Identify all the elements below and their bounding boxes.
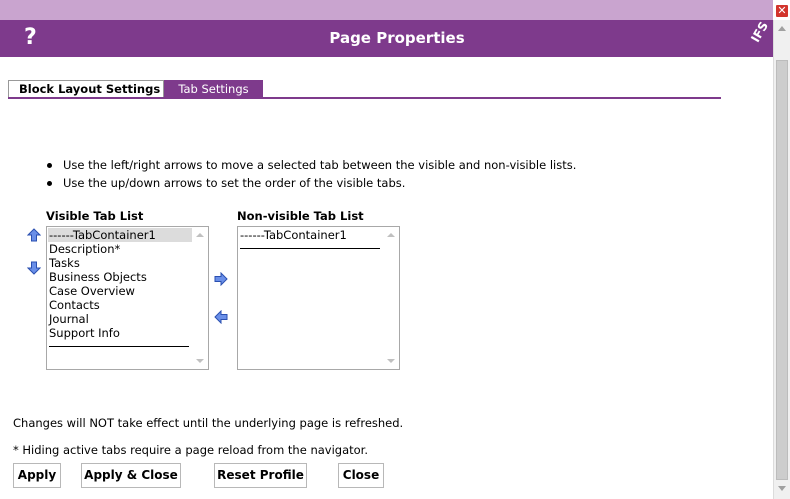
- nonvisible-tab-list-items: ------TabContainer1: [239, 228, 383, 249]
- scroll-up-icon[interactable]: [778, 26, 786, 31]
- arrow-down-icon[interactable]: [27, 261, 41, 275]
- scrollbar-thumb[interactable]: [776, 60, 788, 480]
- list-item[interactable]: Support Info: [48, 326, 192, 340]
- list-item[interactable]: ------TabContainer1: [239, 228, 383, 242]
- refresh-note: Changes will NOT take effect until the u…: [13, 416, 404, 430]
- list-item[interactable]: Business Objects: [48, 270, 192, 284]
- list-separator: [49, 346, 189, 347]
- list-item[interactable]: Journal: [48, 312, 192, 326]
- page-title: Page Properties: [329, 29, 465, 47]
- title-bar: ? Page Properties IFS: [0, 19, 773, 57]
- list-item[interactable]: Case Overview: [48, 284, 192, 298]
- scroll-down-icon[interactable]: [387, 359, 395, 363]
- close-button[interactable]: Close: [338, 463, 384, 488]
- apply-button[interactable]: Apply: [13, 463, 61, 488]
- list-item[interactable]: Tasks: [48, 256, 192, 270]
- scroll-up-icon[interactable]: [196, 233, 204, 237]
- reload-note: * Hiding active tabs require a page relo…: [13, 443, 369, 457]
- instruction-item: Use the left/right arrows to move a sele…: [46, 156, 576, 174]
- nonvisible-list-scrollbar[interactable]: [383, 227, 399, 369]
- scroll-up-icon[interactable]: [387, 233, 395, 237]
- instructions-list: Use the left/right arrows to move a sele…: [46, 156, 576, 192]
- arrow-left-icon[interactable]: [214, 310, 228, 324]
- tab-block-layout-settings[interactable]: Block Layout Settings: [8, 80, 164, 97]
- visible-list-scrollbar[interactable]: [192, 227, 208, 369]
- list-item[interactable]: Contacts: [48, 298, 192, 312]
- window-top-strip: [0, 0, 773, 20]
- visible-tab-list-items: ------TabContainer1 Description* Tasks Busi…: [48, 228, 192, 347]
- close-window-icon[interactable]: ✕: [776, 5, 788, 17]
- arrow-up-icon[interactable]: [27, 228, 41, 242]
- nonvisible-tab-list[interactable]: ------TabContainer1: [237, 226, 400, 370]
- list-item[interactable]: Description*: [48, 242, 192, 256]
- tab-underline: [8, 97, 721, 99]
- scroll-down-icon[interactable]: [196, 359, 204, 363]
- list-separator: [240, 248, 380, 249]
- tab-tab-settings[interactable]: Tab Settings: [164, 80, 263, 97]
- window-scrollbar[interactable]: [773, 20, 790, 499]
- list-item[interactable]: ------TabContainer1: [48, 228, 192, 242]
- visible-tab-list-label: Visible Tab List: [46, 209, 144, 223]
- scroll-down-icon[interactable]: [778, 486, 786, 491]
- nonvisible-tab-list-label: Non-visible Tab List: [237, 209, 364, 223]
- reset-profile-button[interactable]: Reset Profile: [214, 463, 307, 488]
- arrow-right-icon[interactable]: [214, 272, 228, 286]
- visible-tab-list[interactable]: ------TabContainer1 Description* Tasks Busi…: [46, 226, 209, 370]
- apply-close-button[interactable]: Apply & Close: [81, 463, 181, 488]
- instruction-item: Use the up/down arrows to set the order …: [46, 174, 576, 192]
